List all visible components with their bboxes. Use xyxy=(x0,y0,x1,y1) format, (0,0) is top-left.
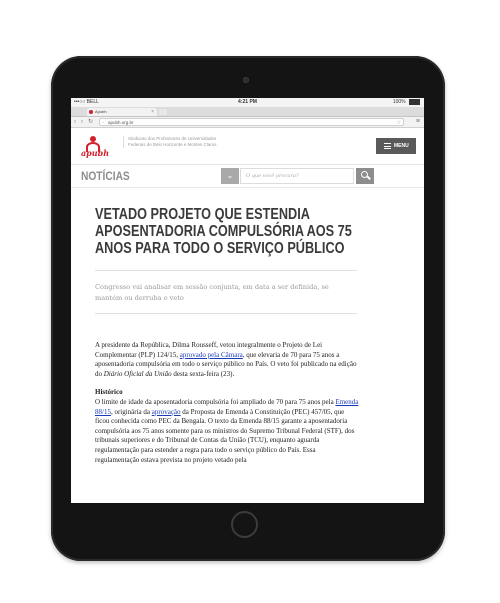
battery-percent: 100% xyxy=(392,99,406,105)
link-aprovacao[interactable]: aprovação xyxy=(152,408,181,416)
favicon-icon xyxy=(89,110,93,114)
close-tab-icon[interactable]: × xyxy=(151,108,154,116)
bookmark-star-icon[interactable]: ☆ xyxy=(397,119,401,127)
article-subtitle: Congresso vai analisar em sessão conjunt… xyxy=(95,283,329,302)
logo-wordmark: apubh xyxy=(81,148,110,158)
site-header: apubh Sindicato dos Professores de Unive… xyxy=(71,128,424,165)
paragraph: O limite de idade da aposentadoria compu… xyxy=(95,398,360,465)
section-heading: Histórico xyxy=(95,388,123,397)
page-info-icon[interactable]: ◦ xyxy=(102,119,104,127)
menu-label: MENU xyxy=(394,143,409,149)
search-placeholder: O que você procura? xyxy=(246,173,299,179)
paragraph: A presidente da República, Dilma Roussef… xyxy=(95,341,360,379)
section-title: NOTÍCIAS xyxy=(81,169,130,183)
camera xyxy=(243,77,249,83)
back-button[interactable]: ‹ xyxy=(74,118,76,126)
article-body: A presidente da República, Dilma Roussef… xyxy=(95,341,360,465)
battery-status: 100% xyxy=(393,98,420,107)
clock: 4:21 PM xyxy=(238,99,257,105)
home-button[interactable] xyxy=(231,511,258,538)
new-tab-button[interactable] xyxy=(159,109,167,115)
forward-button[interactable]: › xyxy=(81,118,83,126)
link-aprovado-camara[interactable]: aprovado pela Câmara xyxy=(180,351,243,359)
tab-title: Apubh xyxy=(95,109,107,114)
chevron-down-icon: ⌄ xyxy=(226,171,234,180)
browser-tab[interactable]: Apubh × xyxy=(87,108,157,116)
browser-tab-bar: Apubh × xyxy=(71,107,424,117)
browser-menu-icon[interactable]: ≡ xyxy=(416,117,420,127)
sindicato-description: Sindicato dos Professores de Universidad… xyxy=(123,136,218,148)
article-headline: VETADO PROJETO QUE ESTENDIA APOSENTADORI… xyxy=(95,206,352,257)
article: VETADO PROJETO QUE ESTENDIA APOSENTADORI… xyxy=(95,206,365,503)
text-run: O limite de idade da aposentadoria compu… xyxy=(95,397,336,406)
news-bar: NOTÍCIAS ⌄ O que você procura? xyxy=(71,165,424,188)
url-input[interactable]: ◦ apubh.org.br ☆ xyxy=(99,118,404,126)
tablet-frame: •••○○ BELL 4:21 PM 100% Apubh × ‹ › ↻ ◦ … xyxy=(51,56,445,561)
address-bar: ‹ › ↻ ◦ apubh.org.br ☆ ≡ xyxy=(71,117,424,128)
search-icon-handle xyxy=(367,175,371,180)
search-input[interactable]: O que você procura? xyxy=(240,168,354,184)
category-dropdown[interactable]: ⌄ xyxy=(221,168,239,184)
site-logo[interactable]: apubh xyxy=(81,136,121,158)
reload-button[interactable]: ↻ xyxy=(88,118,93,126)
url-text: apubh.org.br xyxy=(108,120,134,125)
text-run: desta sexta-feira (23). xyxy=(171,369,235,378)
divider xyxy=(95,313,357,314)
status-bar: •••○○ BELL 4:21 PM 100% xyxy=(71,98,424,107)
divider xyxy=(95,270,357,271)
text-run: Diário Oficial da União xyxy=(103,369,172,378)
hamburger-icon xyxy=(384,143,391,149)
battery-icon xyxy=(409,98,420,105)
menu-button[interactable]: MENU xyxy=(376,138,416,154)
text-run: , originária da xyxy=(110,407,152,416)
search-button[interactable] xyxy=(356,168,374,184)
